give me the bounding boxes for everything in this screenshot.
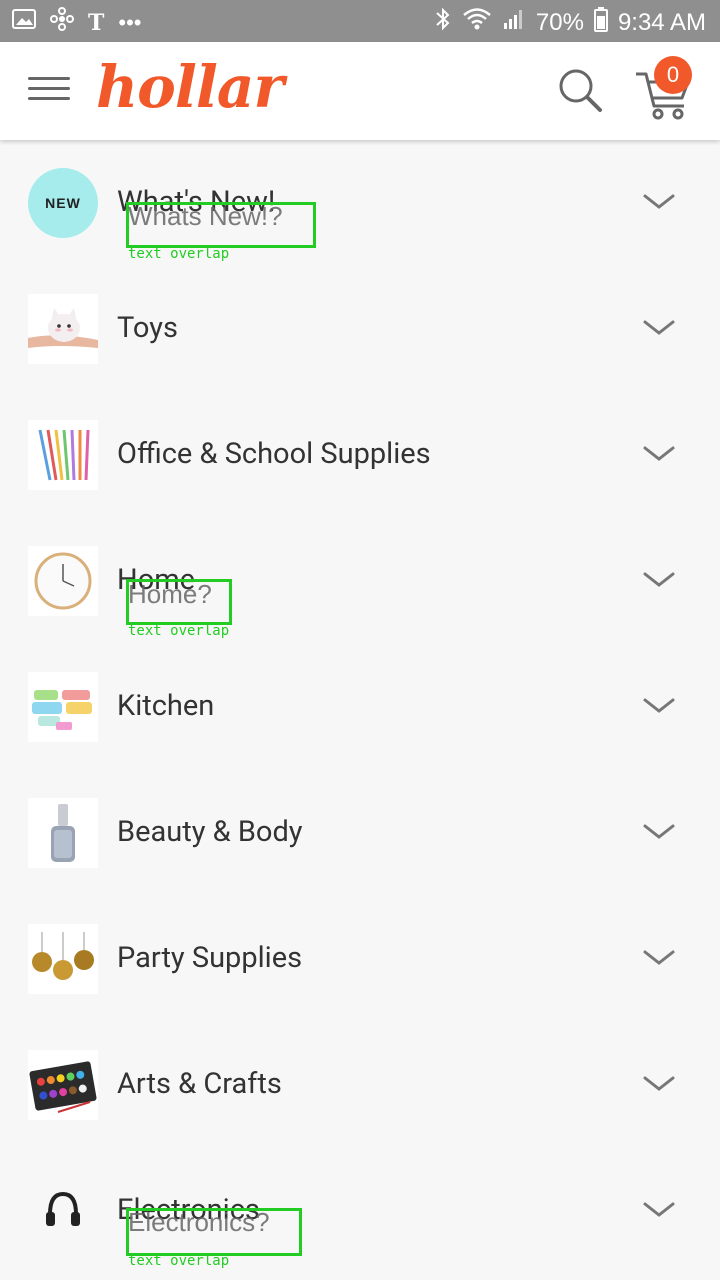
app-bar: hollar 0 [0, 42, 720, 140]
status-bar-right: 70% 9:34 AM [434, 6, 706, 39]
category-row-arts-crafts[interactable]: Arts & Crafts [0, 1022, 720, 1148]
overlay-note: text overlap [128, 623, 230, 639]
battery-percent: 70% [535, 8, 584, 36]
image-icon [12, 8, 36, 37]
category-row-home[interactable]: Home [0, 518, 720, 644]
cart-count-badge: 0 [654, 56, 692, 94]
clock-time: 9:34 AM [617, 8, 706, 36]
nail-polish-image [28, 798, 98, 868]
t-icon: T [88, 9, 105, 36]
category-row-electronics[interactable]: Electronics [0, 1148, 720, 1274]
pens-image [28, 420, 98, 490]
clock-image [28, 546, 98, 616]
bluetooth-icon [434, 6, 452, 39]
paint-palette-image [28, 1050, 98, 1120]
overlay-text: Electronics? [128, 1207, 270, 1237]
chevron-down-icon[interactable] [642, 192, 676, 212]
pompoms-image [28, 924, 98, 994]
chevron-down-icon[interactable] [642, 570, 676, 590]
hamburger-icon-line [28, 77, 70, 80]
chevron-down-icon[interactable] [642, 948, 676, 968]
toy-image [28, 294, 98, 364]
hamburger-icon-line [28, 87, 70, 90]
wifi-icon [462, 7, 492, 38]
category-row-whats-new[interactable]: NEW What's New! [0, 140, 720, 266]
category-row-beauty-body[interactable]: Beauty & Body [0, 770, 720, 896]
status-bar-left: T ••• [12, 7, 141, 38]
chevron-down-icon[interactable] [642, 696, 676, 716]
overlay-note: text overlap [128, 1253, 230, 1269]
search-icon [559, 69, 602, 112]
category-label: Kitchen [117, 689, 215, 723]
category-list: NEW What's New! Toys Office & School Sup… [0, 140, 720, 1274]
category-row-party-supplies[interactable]: Party Supplies [0, 896, 720, 1022]
category-row-toys[interactable]: Toys [0, 266, 720, 392]
signal-icon [502, 7, 526, 38]
chevron-down-icon[interactable] [642, 444, 676, 464]
headphones-image [28, 1176, 98, 1246]
category-row-kitchen[interactable]: Kitchen [0, 644, 720, 770]
containers-image [28, 672, 98, 742]
category-row-office-school-supplies[interactable]: Office & School Supplies [0, 392, 720, 518]
battery-icon [593, 6, 608, 39]
overlay-text: Home? [128, 579, 212, 609]
category-label: Office & School Supplies [117, 437, 431, 471]
pinwheel-icon [50, 7, 74, 38]
chevron-down-icon[interactable] [642, 318, 676, 338]
overlay-note: text overlap [128, 246, 230, 262]
status-bar: T ••• 70% 9:34 AM [0, 0, 720, 42]
more-icon: ••• [118, 9, 142, 35]
category-label: Party Supplies [117, 941, 303, 975]
chevron-down-icon[interactable] [642, 822, 676, 842]
chevron-down-icon[interactable] [642, 1200, 676, 1220]
hollar-logo[interactable]: hollar [96, 52, 284, 122]
chevron-down-icon[interactable] [642, 1074, 676, 1094]
menu-button[interactable] [28, 70, 70, 112]
category-label: Arts & Crafts [117, 1067, 282, 1101]
category-label: Toys [117, 311, 178, 345]
hamburger-icon-line [28, 97, 70, 100]
search-button[interactable] [556, 66, 606, 116]
category-label: Beauty & Body [117, 815, 303, 849]
overlay-text: Whats New!? [128, 201, 283, 231]
new-badge: NEW [28, 168, 98, 238]
